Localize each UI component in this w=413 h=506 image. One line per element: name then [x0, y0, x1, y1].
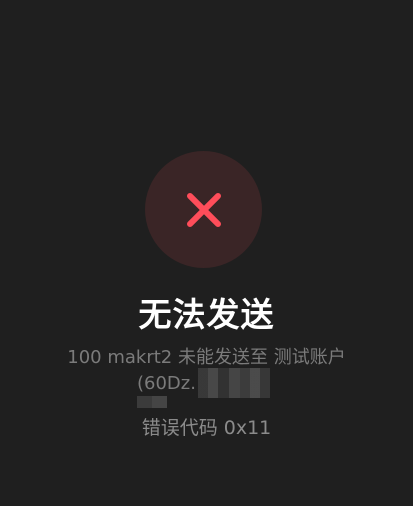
redacted-address-fragment — [137, 396, 167, 408]
send-failure-message: 100 makrt2 未能发送至 测试账户 — [67, 347, 346, 368]
dialog-title: 无法发送 — [138, 295, 275, 334]
close-icon — [186, 192, 221, 227]
error-status-circle — [145, 151, 262, 268]
redacted-address-block — [197, 368, 270, 398]
error-code-text: 错误代码 0x11 — [141, 417, 272, 439]
recipient-address-row: (60Dz. — [137, 368, 270, 398]
recipient-address-prefix: (60Dz. — [137, 372, 196, 394]
